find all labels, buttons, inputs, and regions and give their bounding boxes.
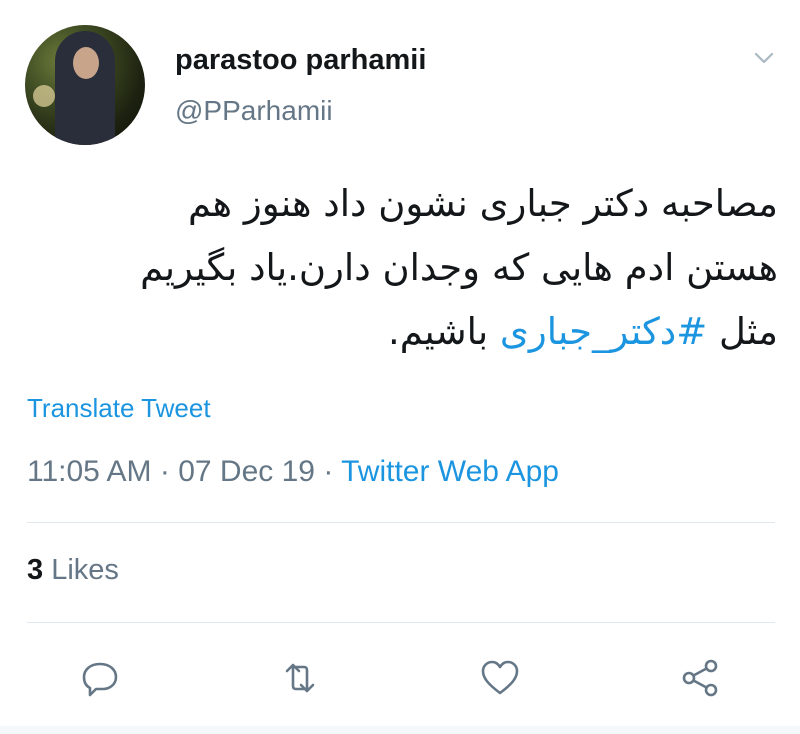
heart-icon[interactable] [478, 656, 522, 700]
reply-icon[interactable] [78, 656, 122, 700]
tweet-text-line: مصاحبه دکتر جباری نشون داد هنوز هم [187, 182, 778, 225]
tweet-meta: 11:05 AM · 07 Dec 19 · Twitter Web App [27, 455, 559, 489]
source-link[interactable]: Twitter Web App [341, 455, 559, 488]
divider [27, 522, 775, 523]
tweet-text-line: مثل #دکتر_جباری باشیم. [60, 300, 778, 364]
author-handle[interactable]: @PParhamii [175, 95, 333, 127]
tweet-text-line: هستن ادم هایی که وجدان دارن.یاد بگیریم [140, 246, 778, 289]
meta-separator: · [323, 455, 342, 488]
tweet-text-fragment: مثل [707, 310, 778, 353]
hashtag-link[interactable]: #دکتر_جباری [500, 310, 707, 353]
bottom-border [0, 726, 800, 734]
translate-tweet-link[interactable]: Translate Tweet [27, 393, 211, 424]
meta-separator: · [159, 455, 179, 488]
avatar[interactable] [25, 25, 145, 145]
likes-number: 3 [27, 554, 44, 586]
author-name[interactable]: parastoo parhamii [175, 44, 426, 77]
tweet-date: 07 Dec 19 [178, 455, 315, 488]
tweet-text: مصاحبه دکتر جباری نشون داد هنوز هم هستن … [60, 172, 778, 364]
divider [27, 622, 775, 623]
retweet-icon[interactable] [278, 656, 322, 700]
chevron-down-icon[interactable] [752, 46, 776, 70]
tweet-time: 11:05 AM [27, 455, 152, 488]
likes-count[interactable]: 3 Likes [27, 554, 119, 587]
likes-label: Likes [51, 554, 119, 586]
tweet-text-fragment: باشیم. [388, 310, 500, 353]
share-icon[interactable] [678, 656, 722, 700]
